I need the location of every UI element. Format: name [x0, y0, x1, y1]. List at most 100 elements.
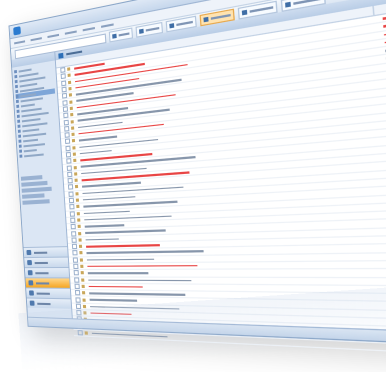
task-icon	[75, 191, 79, 196]
task-icon	[71, 139, 76, 143]
task-checkbox[interactable]	[68, 191, 74, 197]
folder-icon	[14, 79, 18, 84]
folder-label	[24, 152, 44, 157]
task-checkbox[interactable]	[67, 178, 73, 184]
calendar-nav-button[interactable]	[24, 256, 69, 268]
task-checkbox[interactable]	[74, 283, 80, 289]
task-checkbox[interactable]	[71, 243, 78, 250]
folder-icon	[17, 119, 21, 123]
print-icon	[169, 23, 175, 29]
task-icon	[70, 113, 74, 117]
tasks-icon	[58, 52, 64, 59]
task-subject-text	[86, 258, 155, 261]
mail-nav-button[interactable]	[23, 246, 68, 258]
view-link[interactable]	[21, 180, 48, 187]
task-checkbox[interactable]	[64, 132, 70, 138]
task-checkbox[interactable]	[75, 296, 81, 303]
task-subject-text	[88, 285, 143, 288]
task-checkbox[interactable]	[63, 112, 69, 119]
task-checkbox[interactable]	[72, 250, 78, 256]
task-checkbox[interactable]	[63, 119, 69, 125]
menu-item[interactable]	[30, 36, 42, 41]
task-icon	[82, 304, 87, 308]
menu-item[interactable]	[47, 33, 60, 38]
task-checkbox[interactable]	[61, 86, 67, 93]
task-checkbox[interactable]	[64, 138, 71, 145]
task-checkbox[interactable]	[67, 184, 74, 191]
menu-item[interactable]	[100, 22, 114, 28]
folder-nav-button[interactable]	[26, 297, 72, 309]
task-checkbox[interactable]	[66, 158, 72, 165]
task-subject	[86, 269, 386, 276]
task-icon	[74, 185, 79, 189]
folder-icon	[18, 144, 22, 148]
task-icon	[69, 106, 73, 111]
folder-icon	[17, 129, 21, 133]
task-checkbox[interactable]	[68, 197, 75, 204]
task-icon	[73, 165, 77, 169]
calendar-icon	[27, 260, 33, 266]
task-icon	[68, 86, 72, 91]
task-checkbox[interactable]	[74, 277, 80, 283]
toolbar-button-label	[210, 13, 231, 20]
task-subject	[85, 261, 386, 269]
task-checkbox[interactable]	[61, 80, 67, 87]
view-links	[20, 174, 63, 207]
task-checkbox[interactable]	[62, 106, 69, 112]
task-icon	[71, 132, 75, 137]
contacts-nav-button[interactable]	[24, 266, 70, 278]
task-checkbox[interactable]	[71, 230, 77, 237]
folder-tree	[12, 60, 61, 161]
task-checkbox[interactable]	[70, 224, 76, 230]
task-subject-text	[87, 272, 149, 274]
task-icon	[72, 145, 76, 150]
task-subject-text	[89, 299, 138, 302]
toolbar-button-label	[118, 32, 130, 37]
task-checkbox[interactable]	[67, 171, 73, 178]
task-icon	[76, 205, 80, 209]
task-subject-text	[85, 238, 119, 241]
toolbar-button-label	[249, 6, 274, 13]
menu-item[interactable]	[82, 26, 95, 31]
task-checkbox[interactable]	[62, 99, 68, 106]
task-checkbox[interactable]	[65, 145, 71, 152]
task-checkbox[interactable]	[73, 270, 79, 276]
task-checkbox[interactable]	[60, 73, 66, 80]
view-link[interactable]	[22, 199, 50, 205]
task-subject-text	[84, 224, 125, 228]
folder-icon	[14, 74, 18, 79]
toolbar-button-label	[145, 26, 160, 32]
task-checkbox[interactable]	[65, 151, 72, 158]
task-subject-text	[79, 149, 112, 155]
task-checkbox[interactable]	[69, 204, 75, 210]
notes-icon	[29, 290, 34, 296]
task-checkbox[interactable]	[70, 217, 76, 223]
view-link[interactable]	[21, 186, 53, 193]
task-checkbox[interactable]	[66, 164, 72, 171]
delete-icon	[203, 16, 209, 23]
folder-icon	[19, 149, 23, 153]
task-checkbox[interactable]	[69, 210, 76, 217]
task-icon	[67, 67, 71, 71]
menu-item[interactable]	[14, 39, 26, 44]
task-checkbox[interactable]	[72, 257, 79, 263]
task-icon	[80, 271, 84, 275]
task-checkbox[interactable]	[73, 263, 79, 270]
task-icon	[71, 126, 75, 130]
nav-button-label	[35, 281, 50, 285]
nav-button-label	[37, 302, 51, 305]
contacts-icon	[27, 270, 33, 276]
view-link[interactable]	[22, 193, 45, 199]
task-checkbox[interactable]	[74, 290, 81, 296]
menu-item[interactable]	[64, 29, 77, 35]
task-checkbox[interactable]	[60, 67, 66, 74]
task-icon	[76, 211, 80, 216]
navigation-buttons	[23, 246, 72, 309]
view-link[interactable]	[20, 175, 43, 181]
task-checkbox[interactable]	[71, 237, 77, 243]
task-icon	[79, 258, 84, 262]
task-checkbox[interactable]	[64, 125, 70, 132]
task-checkbox[interactable]	[61, 93, 68, 99]
folder-icon	[18, 139, 22, 143]
tasks-nav-button[interactable]	[25, 277, 70, 288]
